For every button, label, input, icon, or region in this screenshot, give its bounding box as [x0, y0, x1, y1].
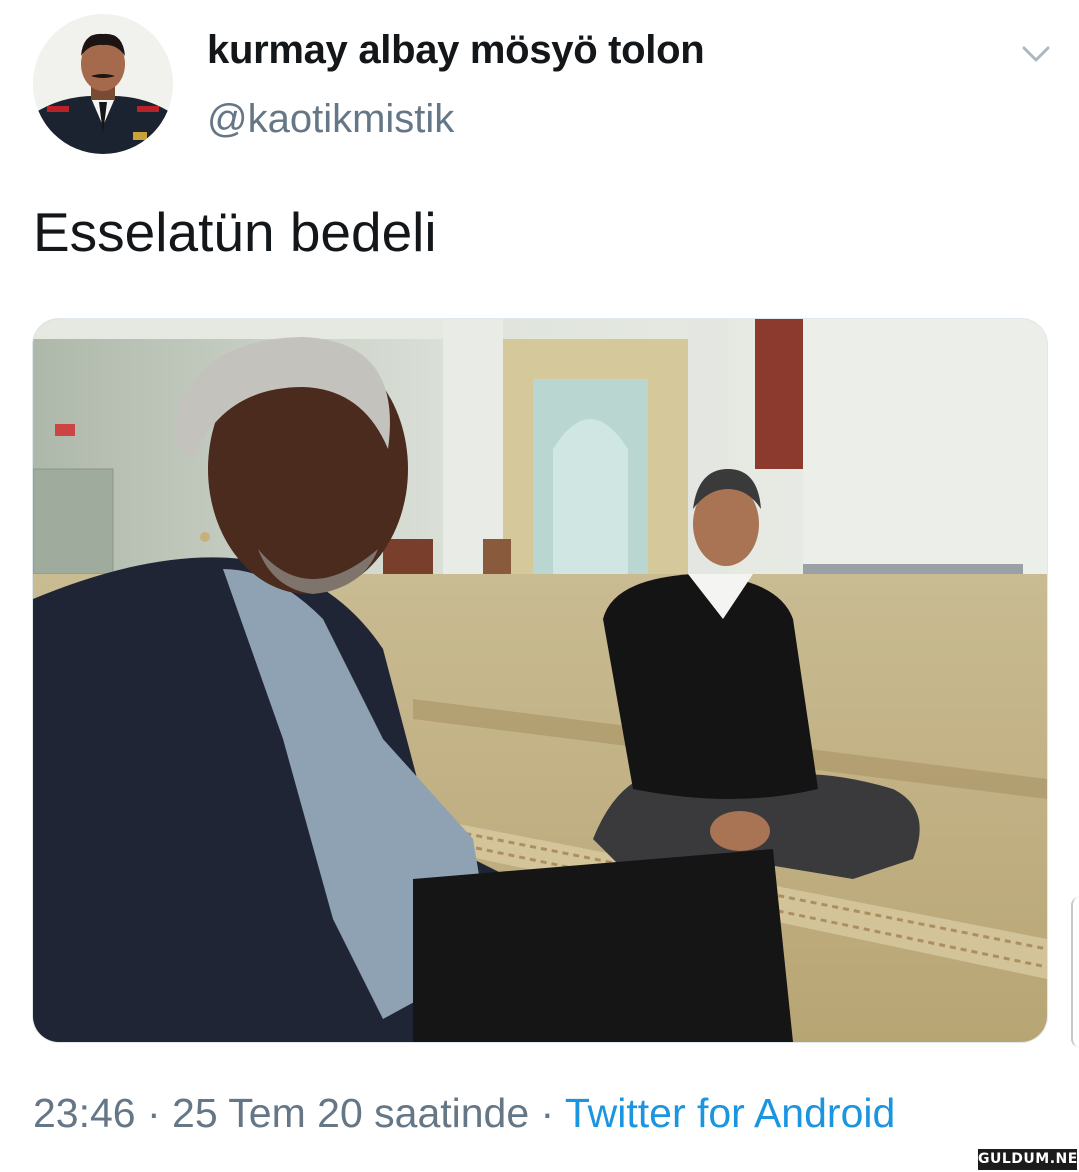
meta-separator: ·	[529, 1090, 565, 1136]
avatar[interactable]	[33, 14, 173, 154]
chevron-down-icon[interactable]	[1016, 40, 1056, 70]
photo-scene	[33, 319, 1047, 1042]
tweet-source-link[interactable]: Twitter for Android	[565, 1090, 895, 1136]
tweet-time[interactable]: 23:46	[33, 1090, 136, 1136]
tweet-text: Esselatün bedeli	[33, 201, 437, 263]
avatar-image	[33, 14, 173, 154]
tweet-photo[interactable]	[33, 319, 1047, 1042]
display-name[interactable]: kurmay albay mösyö tolon	[207, 28, 705, 73]
scroll-indicator	[1071, 897, 1079, 1047]
tweet-date[interactable]: 25 Tem 20 saatinde	[172, 1090, 529, 1136]
user-handle[interactable]: @kaotikmistik	[207, 97, 454, 142]
tweet-timestamp: 23:46 · 25 Tem 20 saatinde · Twitter for…	[33, 1090, 895, 1137]
meta-separator: ·	[135, 1090, 173, 1136]
site-watermark: GULDUM.NET	[978, 1149, 1079, 1170]
